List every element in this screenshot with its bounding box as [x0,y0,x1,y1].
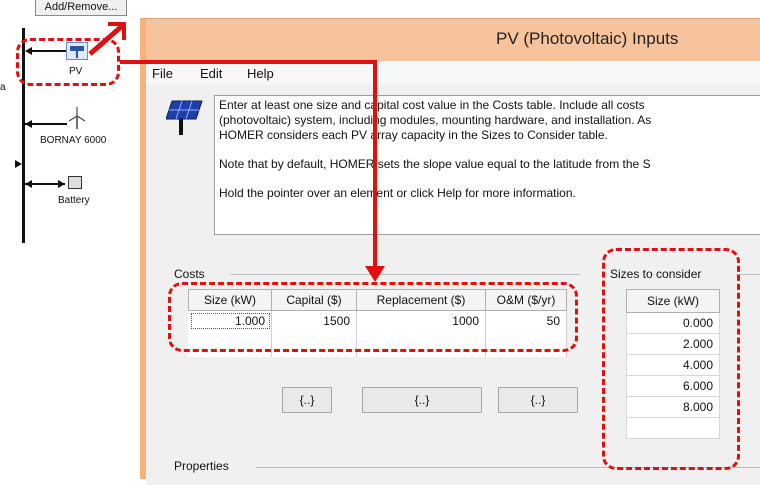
battery-icon [68,176,82,189]
annotation-connector-v [373,60,377,270]
annotation-sizes-highlight [602,248,740,470]
arrow-left-icon [25,180,32,188]
bus-arrow-right-icon [15,160,22,168]
add-remove-button[interactable]: Add/Remove... [35,0,127,16]
arrow-left-icon [25,120,32,128]
info-line: Hold the pointer over an element or clic… [219,186,576,200]
solar-panel-icon [166,100,203,135]
costs-group-line [230,274,580,275]
schematic-label-bornay: BORNAY 6000 [40,135,107,146]
info-text-box: Enter at least one size and capital cost… [214,95,760,235]
info-line: HOMER considers each PV array capacity i… [219,128,608,142]
menu-file[interactable]: File [152,66,173,81]
properties-group-label: Properties [172,459,231,473]
om-curve-button[interactable]: {..} [498,387,578,413]
annotation-costs-highlight [168,282,578,352]
annotation-diagonal-arrow-icon [88,22,126,56]
menu-help[interactable]: Help [247,66,274,81]
replacement-curve-button[interactable]: {..} [362,387,482,413]
annotation-arrowhead-icon [365,266,385,282]
title-bar: PV (Photovoltaic) Inputs [146,19,760,61]
info-line: (photovoltaic) system, including modules… [219,113,652,127]
bus-label: a [0,82,6,93]
capital-curve-button[interactable]: {..} [282,387,332,413]
info-line: Note that by default, HOMER sets the slo… [219,157,651,171]
window-title: PV (Photovoltaic) Inputs [496,29,679,48]
schematic-label-battery: Battery [58,195,90,206]
costs-group-label: Costs [172,267,207,281]
annotation-connector-h [120,60,377,64]
arrow-right-icon [58,180,65,188]
menu-edit[interactable]: Edit [200,66,222,81]
menu-bar: File Edit Help [146,61,760,85]
info-line: Enter at least one size and capital cost… [219,98,645,112]
wind-turbine-icon [68,107,86,129]
